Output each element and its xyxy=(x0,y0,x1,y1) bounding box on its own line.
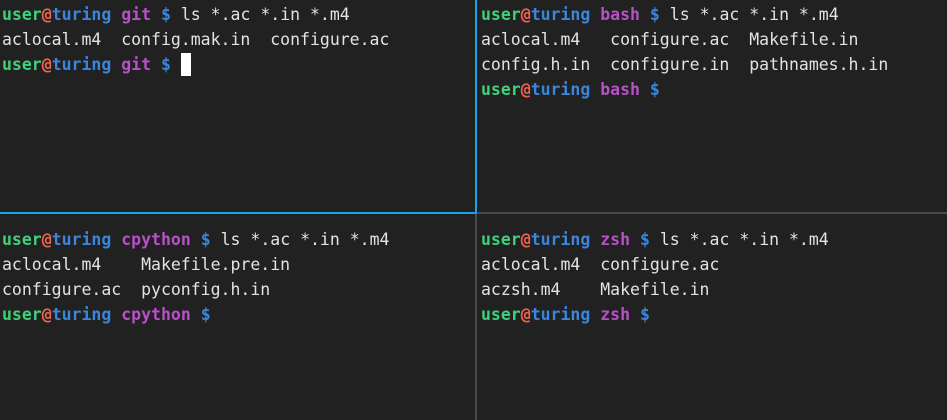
output-line: configure.ac pyconfig.h.in xyxy=(2,280,271,299)
prompt-line: user@turing git $ ls *.ac *.in *.m4 xyxy=(2,2,474,27)
prompt-host: turing xyxy=(530,305,591,324)
prompt-line: user@turing zsh $ xyxy=(481,302,947,327)
prompt-symbol: $ xyxy=(649,80,660,99)
pane-bash[interactable]: user@turing bash $ ls *.ac *.in *.m4 aclo… xyxy=(481,2,947,210)
output-line: aczsh.m4 Makefile.in xyxy=(481,280,710,299)
prompt-dir: cpython xyxy=(121,230,191,249)
prompt-at: @ xyxy=(41,5,52,24)
prompt-at: @ xyxy=(41,55,52,74)
prompt-dir: zsh xyxy=(600,305,631,324)
output-line: config.h.in configure.in pathnames.h.in xyxy=(481,55,889,74)
prompt-dir: git xyxy=(121,55,152,74)
prompt-symbol: $ xyxy=(200,305,211,324)
prompt-dir: bash xyxy=(600,80,640,99)
prompt-user: user xyxy=(481,230,521,249)
command-text: ls *.ac *.in *.m4 xyxy=(669,5,839,24)
prompt-host: turing xyxy=(51,55,112,74)
output-line: aclocal.m4 configure.ac Makefile.in xyxy=(481,30,859,49)
prompt-host: turing xyxy=(530,5,591,24)
prompt-user: user xyxy=(481,80,521,99)
prompt-dir: bash xyxy=(600,5,640,24)
prompt-line: user@turing git $ xyxy=(2,52,474,77)
output-line: aclocal.m4 Makefile.pre.in xyxy=(2,255,291,274)
prompt-at: @ xyxy=(520,230,531,249)
command-text: ls *.ac *.in *.m4 xyxy=(180,5,350,24)
command-text: ls *.ac *.in *.m4 xyxy=(659,230,829,249)
prompt-at: @ xyxy=(41,305,52,324)
prompt-user: user xyxy=(2,230,42,249)
prompt-host: turing xyxy=(530,230,591,249)
prompt-host: turing xyxy=(530,80,591,99)
prompt-symbol: $ xyxy=(639,230,650,249)
prompt-line: user@turing zsh $ ls *.ac *.in *.m4 xyxy=(481,227,947,252)
prompt-symbol: $ xyxy=(200,230,211,249)
prompt-host: turing xyxy=(51,305,112,324)
prompt-host: turing xyxy=(51,230,112,249)
output-line: aclocal.m4 config.mak.in configure.ac xyxy=(2,30,390,49)
prompt-symbol: $ xyxy=(160,55,171,74)
prompt-dir: zsh xyxy=(600,230,631,249)
prompt-at: @ xyxy=(41,230,52,249)
prompt-line: user@turing cpython $ ls *.ac *.in *.m4 xyxy=(2,227,474,252)
pane-git[interactable]: user@turing git $ ls *.ac *.in *.m4 acloc… xyxy=(2,2,474,210)
command-text: ls *.ac *.in *.m4 xyxy=(220,230,390,249)
prompt-dir: cpython xyxy=(121,305,191,324)
pane-divider-horizontal-left[interactable] xyxy=(0,212,477,214)
text-cursor xyxy=(180,53,191,76)
prompt-host: turing xyxy=(51,5,112,24)
prompt-user: user xyxy=(481,305,521,324)
prompt-symbol: $ xyxy=(639,305,650,324)
prompt-line: user@turing cpython $ xyxy=(2,302,474,327)
prompt-at: @ xyxy=(520,305,531,324)
prompt-user: user xyxy=(2,305,42,324)
prompt-symbol: $ xyxy=(160,5,171,24)
output-line: aclocal.m4 configure.ac xyxy=(481,255,720,274)
pane-divider-horizontal-right[interactable] xyxy=(477,212,947,214)
prompt-user: user xyxy=(481,5,521,24)
prompt-at: @ xyxy=(520,5,531,24)
prompt-line: user@turing bash $ xyxy=(481,77,947,102)
prompt-line: user@turing bash $ ls *.ac *.in *.m4 xyxy=(481,2,947,27)
prompt-at: @ xyxy=(520,80,531,99)
prompt-symbol: $ xyxy=(649,5,660,24)
pane-divider-vertical-top[interactable] xyxy=(475,0,477,214)
pane-divider-vertical-bottom[interactable] xyxy=(475,214,477,420)
prompt-dir: git xyxy=(121,5,152,24)
prompt-user: user xyxy=(2,55,42,74)
pane-zsh[interactable]: user@turing zsh $ ls *.ac *.in *.m4 acloc… xyxy=(481,227,947,420)
pane-cpython[interactable]: user@turing cpython $ ls *.ac *.in *.m4 a… xyxy=(2,227,474,420)
prompt-user: user xyxy=(2,5,42,24)
